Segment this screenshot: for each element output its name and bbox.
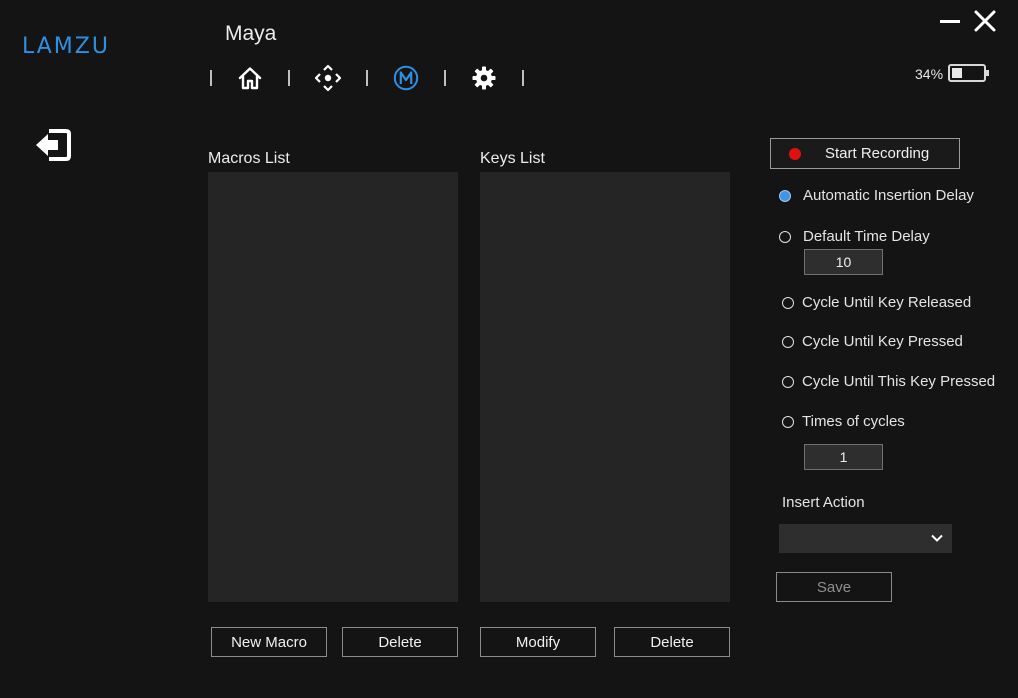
battery-icon	[948, 64, 989, 82]
exit-icon	[36, 129, 71, 161]
home-icon	[238, 67, 262, 90]
delete-key-button[interactable]: Delete	[614, 627, 730, 657]
times-of-cycles-input[interactable]	[804, 444, 883, 470]
macro-icon	[393, 65, 419, 91]
gear-icon	[472, 66, 496, 90]
macros-list-title: Macros List	[208, 150, 290, 167]
chevron-down-icon	[931, 534, 943, 542]
cycle-until-key-pressed-option[interactable]: Cycle Until Key Pressed	[782, 333, 963, 350]
radio-icon	[782, 415, 794, 428]
cycle-until-key-pressed-label: Cycle Until Key Pressed	[802, 333, 963, 350]
cycle-until-this-key-pressed-option[interactable]: Cycle Until This Key Pressed	[782, 373, 995, 390]
automatic-insertion-delay-option[interactable]: Automatic Insertion Delay	[779, 187, 974, 204]
close-button[interactable]	[974, 10, 996, 32]
default-time-delay-label: Default Time Delay	[803, 228, 930, 245]
nav-settings-button[interactable]	[446, 62, 522, 94]
battery-percent: 34%	[915, 66, 944, 82]
radio-icon	[779, 230, 791, 243]
keys-list[interactable]	[480, 172, 730, 602]
top-nav	[210, 62, 524, 94]
back-button[interactable]	[34, 128, 72, 162]
nav-home-button[interactable]	[212, 62, 288, 94]
nav-buttons-button[interactable]	[290, 62, 366, 94]
cycle-until-key-released-label: Cycle Until Key Released	[802, 294, 972, 311]
start-recording-button[interactable]: Start Recording	[770, 138, 960, 169]
radio-icon	[782, 335, 794, 348]
lamzu-logo: LAMZU	[22, 34, 110, 59]
nav-macro-button[interactable]	[368, 62, 444, 94]
radio-selected-icon	[779, 189, 791, 202]
macros-list[interactable]	[208, 172, 458, 602]
close-icon	[974, 10, 996, 32]
modify-key-button[interactable]: Modify	[480, 627, 596, 657]
record-icon	[789, 147, 801, 160]
radio-icon	[782, 296, 794, 309]
times-of-cycles-option[interactable]: Times of cycles	[782, 413, 905, 430]
insert-action-dropdown[interactable]	[779, 524, 952, 553]
default-time-delay-input[interactable]	[804, 249, 883, 275]
delete-macro-button[interactable]: Delete	[342, 627, 458, 657]
new-macro-button[interactable]: New Macro	[211, 627, 327, 657]
battery-fill	[952, 68, 962, 78]
default-time-delay-option[interactable]: Default Time Delay	[779, 228, 930, 245]
radio-icon	[782, 375, 794, 388]
keys-list-title: Keys List	[480, 150, 545, 167]
minimize-button[interactable]	[940, 14, 960, 28]
start-recording-label: Start Recording	[825, 145, 930, 162]
profile-name: Maya	[225, 22, 277, 45]
insert-action-label: Insert Action	[782, 494, 865, 511]
times-of-cycles-label: Times of cycles	[802, 413, 905, 430]
automatic-insertion-delay-label: Automatic Insertion Delay	[803, 187, 974, 204]
dpad-icon	[314, 64, 342, 92]
cycle-until-key-released-option[interactable]: Cycle Until Key Released	[782, 294, 971, 311]
cycle-until-this-key-pressed-label: Cycle Until This Key Pressed	[802, 373, 996, 390]
nav-separator	[522, 70, 524, 86]
save-button[interactable]: Save	[776, 572, 892, 602]
